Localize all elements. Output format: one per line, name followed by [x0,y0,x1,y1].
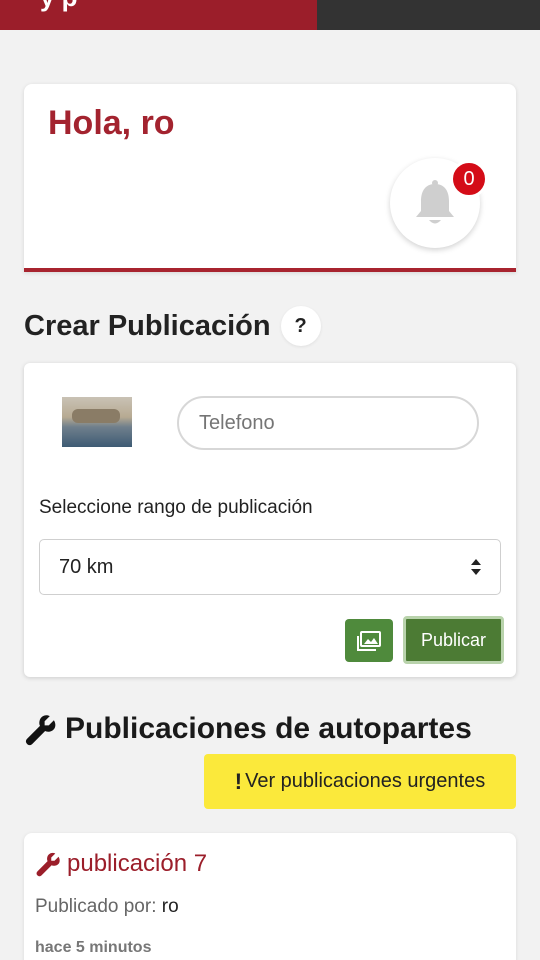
create-publication-form: Seleccione rango de publicación 70 km Pu… [24,363,516,677]
part-photo-thumbnail[interactable] [62,397,132,447]
publication-card[interactable]: publicación 7 Publicado por: ro hace 5 m… [24,833,516,960]
navbar-menu-area [317,0,540,30]
add-image-button[interactable] [345,619,393,662]
publication-time: hace 5 minutos [35,939,152,956]
wrench-icon [25,714,56,745]
create-publication-title: Crear Publicación [24,309,271,342]
image-icon [357,630,381,651]
urgent-publications-button[interactable]: ! Ver publicaciones urgentes [204,754,516,809]
phone-input[interactable] [177,396,479,450]
publication-author: Publicado por: ro [35,896,179,918]
publication-title-link[interactable]: publicación 7 [35,850,207,878]
bell-icon [416,180,454,224]
publish-button[interactable]: Publicar [403,616,504,664]
range-select[interactable]: 70 km [39,539,501,595]
notifications-button[interactable]: 0 [390,158,488,248]
exclamation-icon: ! [234,768,243,794]
listing-title: Publicaciones de autopartes [65,712,472,745]
sort-arrows-icon [471,559,481,575]
help-button[interactable]: ? [280,306,321,346]
urgent-publications-label: Ver publicaciones urgentes [245,770,486,792]
notification-count-badge: 0 [450,160,488,198]
range-label: Seleccione rango de publicación [39,497,313,518]
greeting-title: Hola, ro [48,104,175,142]
navbar-brand[interactable]: y p [0,0,317,30]
listing-heading: Publicaciones de autopartes [24,712,472,746]
range-select-value: 70 km [59,555,114,578]
wrench-icon [36,852,60,877]
publication-title: publicación 7 [67,850,208,877]
publication-author-name: ro [161,896,179,917]
greeting-card: Hola, ro 0 [24,84,516,272]
brand-text: y p [40,0,78,13]
create-publication-heading: Crear Publicación ? [24,306,321,346]
published-by-label: Publicado por: [35,896,157,917]
top-navbar: y p [0,0,540,30]
